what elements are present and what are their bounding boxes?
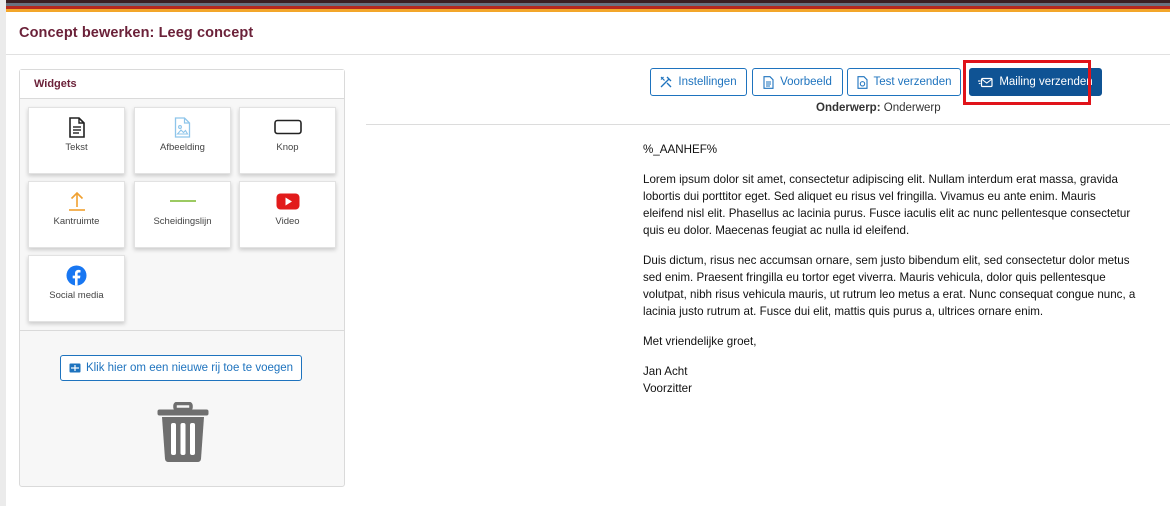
margin-icon xyxy=(68,191,85,211)
email-closing: Met vriendelijke groet, xyxy=(643,335,757,348)
widget-label: Kantruimte xyxy=(53,216,100,227)
divider xyxy=(6,54,1170,55)
button-icon xyxy=(273,119,302,135)
widget-video[interactable]: Video xyxy=(239,181,336,248)
facebook-icon xyxy=(66,265,87,285)
preview-document-icon xyxy=(763,75,774,89)
widgets-heading: Widgets xyxy=(20,70,344,99)
widget-label: Scheidingslijn xyxy=(153,216,212,227)
trash-drop-zone[interactable] xyxy=(156,401,210,469)
test-send-button[interactable]: Test verzenden xyxy=(847,68,961,96)
divider-icon xyxy=(169,200,196,202)
widgets-grid: Tekst Afbeelding Knop Kantruimte Scheidi… xyxy=(20,99,344,330)
widgets-panel: Widgets Tekst Afbeelding Knop Kantruimte… xyxy=(19,69,345,487)
widget-tekst[interactable]: Tekst xyxy=(28,107,125,174)
widget-label: Knop xyxy=(276,142,299,153)
youtube-icon xyxy=(276,193,299,209)
subject-value: Onderwerp xyxy=(883,102,941,114)
image-icon xyxy=(174,116,191,138)
widget-label: Afbeelding xyxy=(160,142,205,153)
widget-social-media[interactable]: Social media xyxy=(28,255,125,322)
settings-label: Instellingen xyxy=(678,76,737,88)
brand-stripe xyxy=(6,9,1170,12)
settings-button[interactable]: Instellingen xyxy=(650,68,747,96)
highlight-box xyxy=(963,60,1091,105)
widget-label: Video xyxy=(275,216,300,227)
widget-kantruimte[interactable]: Kantruimte xyxy=(28,181,125,248)
left-edge xyxy=(0,0,6,506)
widget-scheidingslijn[interactable]: Scheidingslijn xyxy=(134,181,231,248)
subject-label: Onderwerp: xyxy=(816,102,881,114)
trash-icon xyxy=(157,401,209,462)
widget-label: Tekst xyxy=(65,142,88,153)
signature-name: Jan Acht xyxy=(643,365,688,378)
preview-label: Voorbeeld xyxy=(780,76,832,88)
email-paragraph: Duis dictum, risus nec accumsan ornare, … xyxy=(643,254,1136,318)
tools-icon xyxy=(660,76,672,88)
email-body[interactable]: %_AANHEF% Lorem ipsum dolor sit amet, co… xyxy=(643,141,1139,397)
document-icon xyxy=(68,116,85,138)
preview-button[interactable]: Voorbeeld xyxy=(752,68,843,96)
divider xyxy=(366,124,1170,125)
widget-label: Social media xyxy=(49,290,104,301)
email-paragraph: Lorem ipsum dolor sit amet, consectetur … xyxy=(643,173,1131,237)
divider xyxy=(20,330,344,331)
subject-line: Onderwerp: Onderwerp xyxy=(816,102,941,114)
test-document-icon xyxy=(856,75,868,89)
page-title: Concept bewerken: Leeg concept xyxy=(19,25,254,41)
add-row-button[interactable]: Klik hier om een nieuwe rij toe te voege… xyxy=(60,355,302,381)
widget-afbeelding[interactable]: Afbeelding xyxy=(134,107,231,174)
test-send-label: Test verzenden xyxy=(873,76,952,88)
widget-knop[interactable]: Knop xyxy=(239,107,336,174)
signature-role: Voorzitter xyxy=(643,382,692,395)
row-icon xyxy=(69,363,81,373)
email-salutation: %_AANHEF% xyxy=(643,143,718,156)
add-row-label: Klik hier om een nieuwe rij toe te voege… xyxy=(85,362,294,374)
